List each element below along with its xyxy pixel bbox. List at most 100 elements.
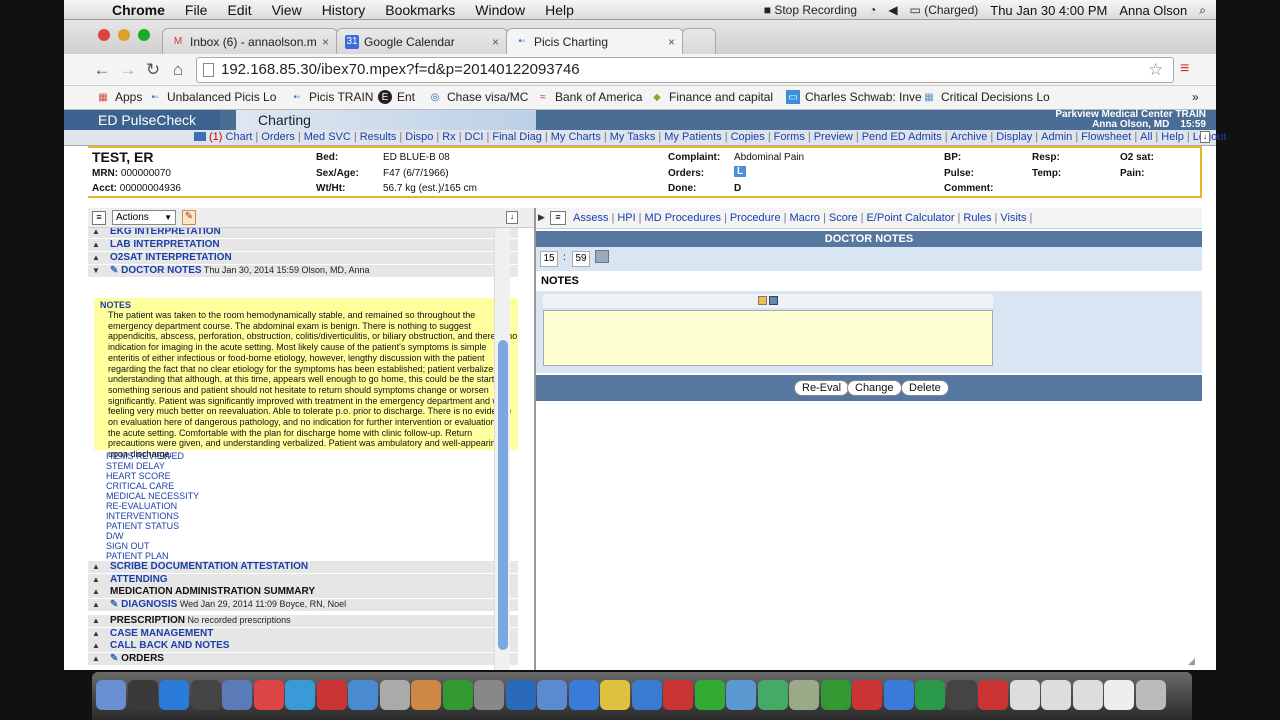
collapse-triangle-icon[interactable]: ▲: [92, 587, 100, 596]
nav-link-chart[interactable]: Chart: [226, 131, 253, 143]
zoom-window-icon[interactable]: [138, 29, 150, 41]
collapse-triangle-icon[interactable]: ▲: [92, 562, 100, 571]
user-name[interactable]: Anna Olson: [1119, 3, 1187, 18]
collapse-triangle-icon[interactable]: ▲: [92, 654, 100, 663]
dock-app-icon[interactable]: [631, 680, 662, 710]
menu-window[interactable]: Window: [465, 2, 535, 18]
close-tab-icon[interactable]: ×: [322, 35, 329, 49]
collapse-triangle-icon[interactable]: ▲: [92, 600, 100, 609]
nav-link-forms[interactable]: Forms: [774, 131, 805, 143]
pencil-icon[interactable]: ✎: [110, 599, 121, 610]
section-o2sat[interactable]: ▲ O2SAT INTERPRETATION: [88, 252, 518, 265]
right-link-score[interactable]: Score: [829, 212, 858, 224]
dock-app-icon[interactable]: [1009, 680, 1040, 710]
dock-app-icon[interactable]: [726, 680, 756, 710]
calendar-picker-icon[interactable]: [595, 250, 609, 263]
list-toggle-icon[interactable]: ≡: [92, 211, 106, 225]
dock-app-icon[interactable]: [316, 680, 347, 710]
dock-app-icon[interactable]: [537, 680, 567, 710]
nav-link-archive[interactable]: Archive: [951, 131, 988, 143]
dock-app-icon[interactable]: [820, 680, 851, 710]
dock-app-icon[interactable]: [222, 680, 252, 710]
tab-inbox[interactable]: M Inbox (6) - annaolson.md@ ×: [162, 28, 338, 54]
subitem-d-w[interactable]: D/W: [106, 531, 124, 541]
nav-link-copies[interactable]: Copies: [731, 131, 765, 143]
dock-app-icon[interactable]: [568, 680, 599, 710]
close-tab-icon[interactable]: ×: [492, 35, 499, 49]
new-tab-button[interactable]: [682, 28, 716, 54]
nav-link-my-charts[interactable]: My Charts: [551, 131, 601, 143]
bookmark-ent[interactable]: E Ent: [378, 90, 415, 104]
bookmark-apps[interactable]: ▦ Apps: [96, 90, 142, 104]
dock-app-icon[interactable]: [285, 680, 315, 710]
subitem-stemi-delay[interactable]: STEMI DELAY: [106, 461, 165, 471]
subitem-patient-status[interactable]: PATIENT STATUS: [106, 521, 179, 531]
collapse-triangle-icon[interactable]: ▲: [92, 616, 100, 625]
right-link-visits[interactable]: Visits: [1000, 212, 1026, 224]
pencil-icon[interactable]: ✎: [110, 653, 121, 664]
tab-google-calendar[interactable]: 31 Google Calendar ×: [336, 28, 508, 54]
dock-app-icon[interactable]: [883, 680, 914, 710]
dock-app-icon[interactable]: [1041, 680, 1071, 710]
nav-link-flowsheet[interactable]: Flowsheet: [1081, 131, 1131, 143]
nav-link-dispo[interactable]: Dispo: [405, 131, 433, 143]
minimize-window-icon[interactable]: [118, 29, 130, 41]
close-tab-icon[interactable]: ×: [668, 35, 675, 49]
right-link-e-point-calculator[interactable]: E/Point Calculator: [866, 212, 954, 224]
nav-link-final-diag[interactable]: Final Diag: [492, 131, 542, 143]
resize-grip-icon[interactable]: ◢: [1188, 656, 1200, 668]
dock-app-icon[interactable]: [946, 680, 977, 710]
dock-app-icon[interactable]: [159, 680, 189, 710]
nav-link-my-patients[interactable]: My Patients: [664, 131, 721, 143]
change-button[interactable]: Change: [847, 380, 902, 396]
bookmarks-overflow-icon[interactable]: »: [1192, 90, 1199, 104]
tab-picis-charting[interactable]: •◦ Picis Charting ×: [506, 28, 684, 54]
section-ekg[interactable]: ▲ EKG INTERPRETATION: [88, 228, 518, 239]
nav-link-dci[interactable]: DCI: [465, 131, 484, 143]
chrome-menu-icon[interactable]: ≡: [1180, 60, 1189, 78]
nav-link-rx[interactable]: Rx: [442, 131, 455, 143]
nav-link-pend-ed-admits[interactable]: Pend ED Admits: [862, 131, 942, 143]
right-link-md-procedures[interactable]: MD Procedures: [645, 212, 721, 224]
dock-app-icon[interactable]: [694, 680, 725, 710]
dock-app-icon[interactable]: [757, 680, 788, 710]
save-icon[interactable]: [769, 296, 778, 305]
dock-app-icon[interactable]: [852, 680, 882, 710]
collapse-triangle-icon[interactable]: ▲: [92, 641, 100, 650]
actions-select[interactable]: Actions ▼: [112, 210, 176, 225]
left-scrollbar[interactable]: [494, 228, 510, 670]
nav-link-my-tasks[interactable]: My Tasks: [610, 131, 656, 143]
collapse-triangle-icon[interactable]: ▲: [92, 240, 100, 249]
section-medication-administration-summary[interactable]: ▲ MEDICATION ADMINISTRATION SUMMARY: [88, 586, 518, 599]
subitem-patient-plan[interactable]: PATIENT PLAN: [106, 551, 169, 561]
right-link-macro[interactable]: Macro: [789, 212, 820, 224]
volume-icon[interactable]: ◀: [888, 3, 897, 17]
subitem-re-evaluation[interactable]: RE-EVALUATION: [106, 501, 177, 511]
nav-link-results[interactable]: Results: [360, 131, 397, 143]
nav-link-all[interactable]: All: [1140, 131, 1152, 143]
scroll-down-icon[interactable]: ↓: [1200, 131, 1210, 143]
collapse-triangle-icon[interactable]: ▲: [92, 575, 100, 584]
section-diagnosis[interactable]: ▲ ✎ DIAGNOSIS Wed Jan 29, 2014 11:09 Boyc…: [88, 599, 518, 612]
dock-app-icon[interactable]: [348, 680, 378, 710]
nav-link-help[interactable]: Help: [1161, 131, 1184, 143]
spotlight-icon[interactable]: ⌕: [1199, 3, 1206, 18]
re-eval-button[interactable]: Re-Eval: [794, 380, 850, 396]
insert-icon[interactable]: [758, 296, 767, 305]
nav-link-admin[interactable]: Admin: [1041, 131, 1072, 143]
nav-link-med-svc[interactable]: Med SVC: [304, 131, 351, 143]
dock-app-icon[interactable]: [600, 680, 630, 710]
dock-app-icon[interactable]: [190, 680, 221, 710]
menu-history[interactable]: History: [312, 2, 376, 18]
reload-icon[interactable]: ↻: [143, 60, 163, 80]
edit-note-icon[interactable]: ✎: [182, 210, 196, 225]
collapse-triangle-icon[interactable]: ▲: [92, 253, 100, 262]
back-icon[interactable]: ←: [92, 60, 112, 80]
dock-app-icon[interactable]: [127, 680, 158, 710]
bookmark-finance[interactable]: ◆ Finance and capital: [650, 90, 773, 104]
forward-icon[interactable]: →: [118, 60, 138, 80]
menu-app-name[interactable]: Chrome: [102, 2, 175, 18]
notes-textarea[interactable]: [543, 310, 993, 366]
pencil-icon[interactable]: ✎: [110, 265, 121, 276]
right-link-hpi[interactable]: HPI: [617, 212, 635, 224]
